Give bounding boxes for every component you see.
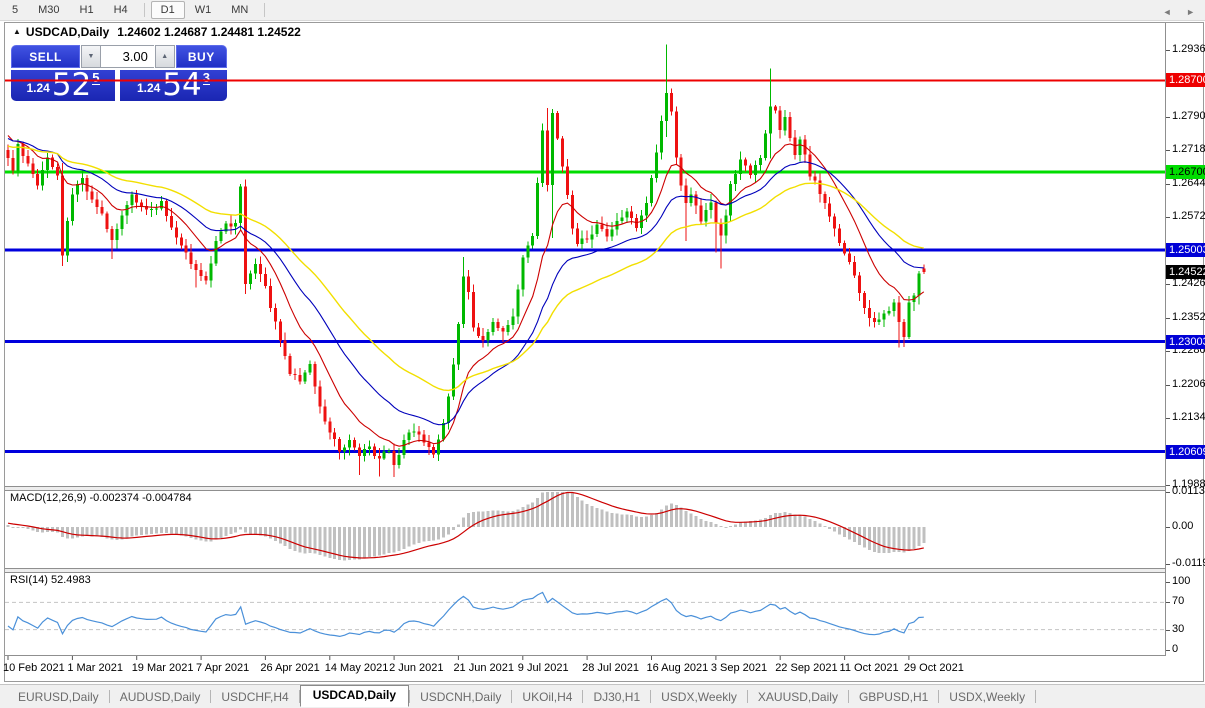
timeframe-button-h1[interactable]: H1 <box>70 1 104 19</box>
chart-tab-usdcad-daily[interactable]: USDCAD,Daily <box>300 685 409 707</box>
date-axis-label: 29 Oct 2021 <box>904 662 964 674</box>
chart-tab-bar: EURUSD,DailyAUDUSD,DailyUSDCHF,H4USDCAD,… <box>0 684 1205 708</box>
date-axis-label: 1 Mar 2021 <box>67 662 123 674</box>
date-axis-label: 9 Jul 2021 <box>518 662 569 674</box>
date-axis-label: 28 Jul 2021 <box>582 662 639 674</box>
axis-tick <box>1166 630 1170 631</box>
price-axis[interactable]: 1.293601.279001.271801.264401.257201.242… <box>1166 22 1205 682</box>
axis-tick <box>1166 527 1170 528</box>
axis-tick <box>1166 492 1170 493</box>
timeframe-button-w1[interactable]: W1 <box>185 1 222 19</box>
macd-axis-label: -0.01190 <box>1172 557 1205 570</box>
price-axis-label: 1.27180 <box>1172 143 1205 156</box>
chart-tab-dj30-h1[interactable]: DJ30,H1 <box>583 687 650 707</box>
tab-scroll-left-icon[interactable]: ◄ <box>1163 7 1172 17</box>
chart-tab-usdx-weekly[interactable]: USDX,Weekly <box>939 687 1035 707</box>
price-axis-label: 1.27900 <box>1172 110 1205 123</box>
price-axis-label: 1.22060 <box>1172 378 1205 391</box>
chart-tab-gbpusd-h1[interactable]: GBPUSD,H1 <box>849 687 938 707</box>
price-level-badge-1.28700: 1.28700 <box>1166 73 1205 87</box>
tab-separator <box>1035 690 1036 703</box>
tab-scroll-arrows: ◄ ► <box>1151 7 1195 17</box>
axis-tick <box>1166 602 1170 603</box>
date-axis-label: 16 Aug 2021 <box>647 662 709 674</box>
chart-tab-ukoil-h4[interactable]: UKOil,H4 <box>512 687 582 707</box>
timeframe-button-h4[interactable]: H4 <box>104 1 138 19</box>
price-level-badge-1.26700: 1.26700 <box>1166 165 1205 179</box>
price-axis-label: 1.21340 <box>1172 411 1205 424</box>
date-axis-label: 21 Jun 2021 <box>453 662 514 674</box>
date-axis-label: 3 Sep 2021 <box>711 662 767 674</box>
date-axis-label: 7 Apr 2021 <box>196 662 249 674</box>
date-axis-label: 10 Feb 2021 <box>3 662 65 674</box>
timeframe-button-5[interactable]: 5 <box>2 1 28 19</box>
axis-tick <box>1166 217 1170 218</box>
timeframe-toolbar: 5M30H1H4 D1W1MN <box>0 0 1205 21</box>
axis-tick <box>1166 184 1170 185</box>
macd-label: MACD(12,26,9) -0.002374 -0.004784 <box>10 492 192 504</box>
candlestick-chart[interactable] <box>5 30 1165 488</box>
price-level-badge-1.20609: 1.20609 <box>1166 445 1205 459</box>
price-level-badge-1.24522: 1.24522 <box>1166 265 1205 279</box>
timeframe-button-d1[interactable]: D1 <box>151 1 185 19</box>
chart-tab-usdx-weekly[interactable]: USDX,Weekly <box>651 687 747 707</box>
timeframe-button-mn[interactable]: MN <box>221 1 258 19</box>
axis-tick <box>1166 284 1170 285</box>
toolbar-separator <box>144 3 145 17</box>
date-axis-label: 11 Oct 2021 <box>840 662 899 674</box>
axis-tick <box>1166 650 1170 651</box>
timeframe-button-m30[interactable]: M30 <box>28 1 69 19</box>
rsi-label: RSI(14) 52.4983 <box>10 574 91 586</box>
axis-tick <box>1166 318 1170 319</box>
axis-tick <box>1166 385 1170 386</box>
rsi-axis-label: 70 <box>1172 595 1184 608</box>
price-axis-label: 1.29360 <box>1172 43 1205 56</box>
rsi-indicator-chart[interactable] <box>5 572 1165 654</box>
axis-tick <box>1166 418 1170 419</box>
axis-tick <box>1166 150 1170 151</box>
axis-tick <box>1166 50 1170 51</box>
axis-tick <box>1166 582 1170 583</box>
chart-tab-eurusd-daily[interactable]: EURUSD,Daily <box>8 687 109 707</box>
price-axis-label: 1.25720 <box>1172 210 1205 223</box>
chart-tab-xauusd-daily[interactable]: XAUUSD,Daily <box>748 687 848 707</box>
macd-axis-label: 0.00 <box>1172 520 1193 533</box>
rsi-axis-label: 100 <box>1172 575 1190 588</box>
date-axis-label: 14 May 2021 <box>325 662 389 674</box>
macd-axis-label: 0.01135 <box>1172 485 1205 498</box>
axis-tick <box>1166 351 1170 352</box>
rsi-axis-label: 30 <box>1172 623 1184 636</box>
axis-tick <box>1166 485 1170 486</box>
price-level-badge-1.23003: 1.23003 <box>1166 335 1205 349</box>
toolbar-separator <box>264 3 265 17</box>
date-axis-ticks <box>5 656 1165 661</box>
rsi-axis-label: 0 <box>1172 643 1178 656</box>
date-axis-label: 2 Jun 2021 <box>389 662 443 674</box>
date-axis-label: 19 Mar 2021 <box>132 662 194 674</box>
date-axis-label: 22 Sep 2021 <box>775 662 837 674</box>
axis-tick <box>1166 564 1170 565</box>
chart-tab-usdchf-h4[interactable]: USDCHF,H4 <box>211 687 298 707</box>
chart-tab-audusd-daily[interactable]: AUDUSD,Daily <box>110 687 211 707</box>
mt4-terminal: 5M30H1H4D1W1MN ▲USDCAD,Daily1.24602 1.24… <box>0 0 1205 708</box>
chart-tab-usdcnh-daily[interactable]: USDCNH,Daily <box>410 687 511 707</box>
date-axis-label: 26 Apr 2021 <box>260 662 319 674</box>
axis-tick <box>1166 117 1170 118</box>
price-axis-label: 1.23520 <box>1172 311 1205 324</box>
price-level-badge-1.25003: 1.25003 <box>1166 243 1205 257</box>
tab-scroll-right-icon[interactable]: ► <box>1186 7 1195 17</box>
